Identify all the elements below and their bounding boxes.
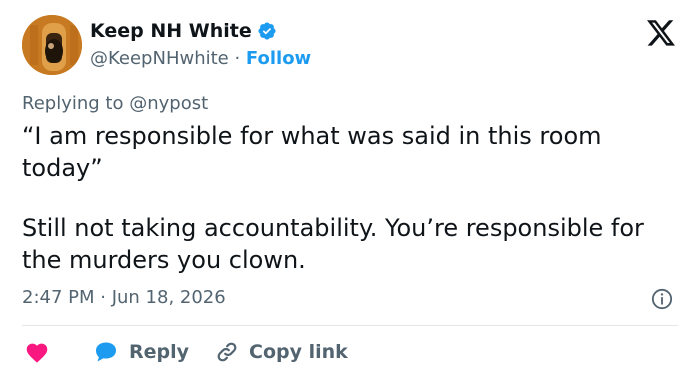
- copy-link-button[interactable]: Copy link: [215, 337, 348, 367]
- link-icon: [217, 342, 237, 362]
- tweet-paragraph: “I am responsible for what was said in t…: [22, 122, 602, 182]
- avatar[interactable]: [22, 15, 82, 75]
- reply-mention-link[interactable]: @nypost: [129, 93, 208, 114]
- reply-context: Replying to @nypost: [22, 93, 208, 114]
- copy-link-label: Copy link: [249, 341, 348, 363]
- timestamp-link[interactable]: 2:47 PM · Jun 18, 2026: [22, 287, 226, 308]
- info-icon[interactable]: [651, 288, 673, 310]
- avatar-image: [22, 15, 82, 75]
- x-logo-icon[interactable]: [647, 20, 676, 47]
- tweet-text: “I am responsible for what was said in t…: [22, 120, 672, 276]
- verified-badge-icon: [258, 22, 276, 40]
- author-name-row[interactable]: Keep NH White: [90, 20, 277, 42]
- author-handle[interactable]: @KeepNHwhite: [90, 48, 229, 69]
- handle-row: @KeepNHwhite · Follow: [90, 48, 311, 69]
- heart-icon: [26, 343, 48, 363]
- reply-bubble-icon: [96, 342, 116, 362]
- like-button[interactable]: [25, 337, 49, 367]
- action-bar: Reply Copy link: [0, 337, 700, 367]
- author-name[interactable]: Keep NH White: [90, 20, 252, 42]
- handle-separator: ·: [228, 48, 246, 69]
- reply-label: Reply: [129, 341, 190, 363]
- divider: [22, 325, 678, 326]
- follow-button[interactable]: Follow: [246, 48, 311, 69]
- tweet-paragraph: Still not taking accountability. You’re …: [22, 214, 644, 274]
- reply-button[interactable]: Reply: [93, 337, 189, 367]
- reply-context-prefix: Replying to: [22, 93, 130, 114]
